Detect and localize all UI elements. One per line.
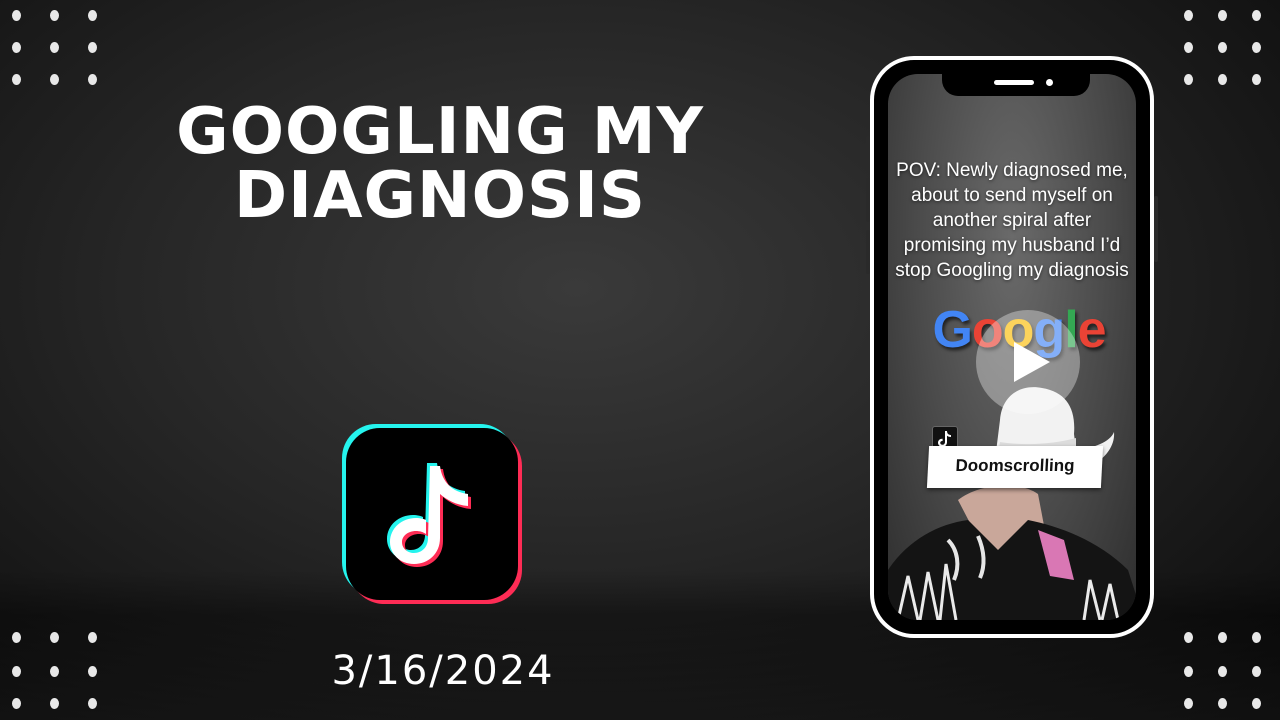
- phone-volume-up: [866, 178, 870, 222]
- dots-bottom-left: [12, 632, 108, 712]
- speaker-grille: [994, 80, 1034, 85]
- google-letter: G: [932, 301, 972, 359]
- phone-power-button: [1154, 196, 1158, 262]
- slide-title: GOOGLING MY DIAGNOSIS: [176, 95, 704, 233]
- doomscrolling-tag: Doomscrolling: [926, 446, 1104, 488]
- dots-top-right: [1184, 10, 1280, 90]
- phone-notch: [942, 72, 1090, 96]
- video-screen[interactable]: POV: Newly diagnosed me, about to send m…: [888, 74, 1136, 620]
- play-icon: [1014, 342, 1050, 382]
- play-button[interactable]: [976, 310, 1080, 414]
- front-camera: [1046, 79, 1053, 86]
- doomscrolling-label: Doomscrolling: [955, 456, 1076, 475]
- slide-date: 3/16/2024: [331, 648, 555, 694]
- google-letter: e: [1077, 301, 1107, 359]
- tiktok-logo-icon[interactable]: [346, 428, 518, 600]
- music-note-icon: [387, 463, 471, 567]
- video-caption: POV: Newly diagnosed me, about to send m…: [895, 160, 1129, 281]
- person-in-fringe-jacket: [888, 485, 1136, 620]
- phone-side-button: [866, 136, 870, 164]
- dots-top-left: [12, 10, 108, 90]
- phone-volume-down: [866, 230, 870, 274]
- phone-mockup: POV: Newly diagnosed me, about to send m…: [866, 56, 1158, 638]
- dots-bottom-right: [1184, 632, 1280, 712]
